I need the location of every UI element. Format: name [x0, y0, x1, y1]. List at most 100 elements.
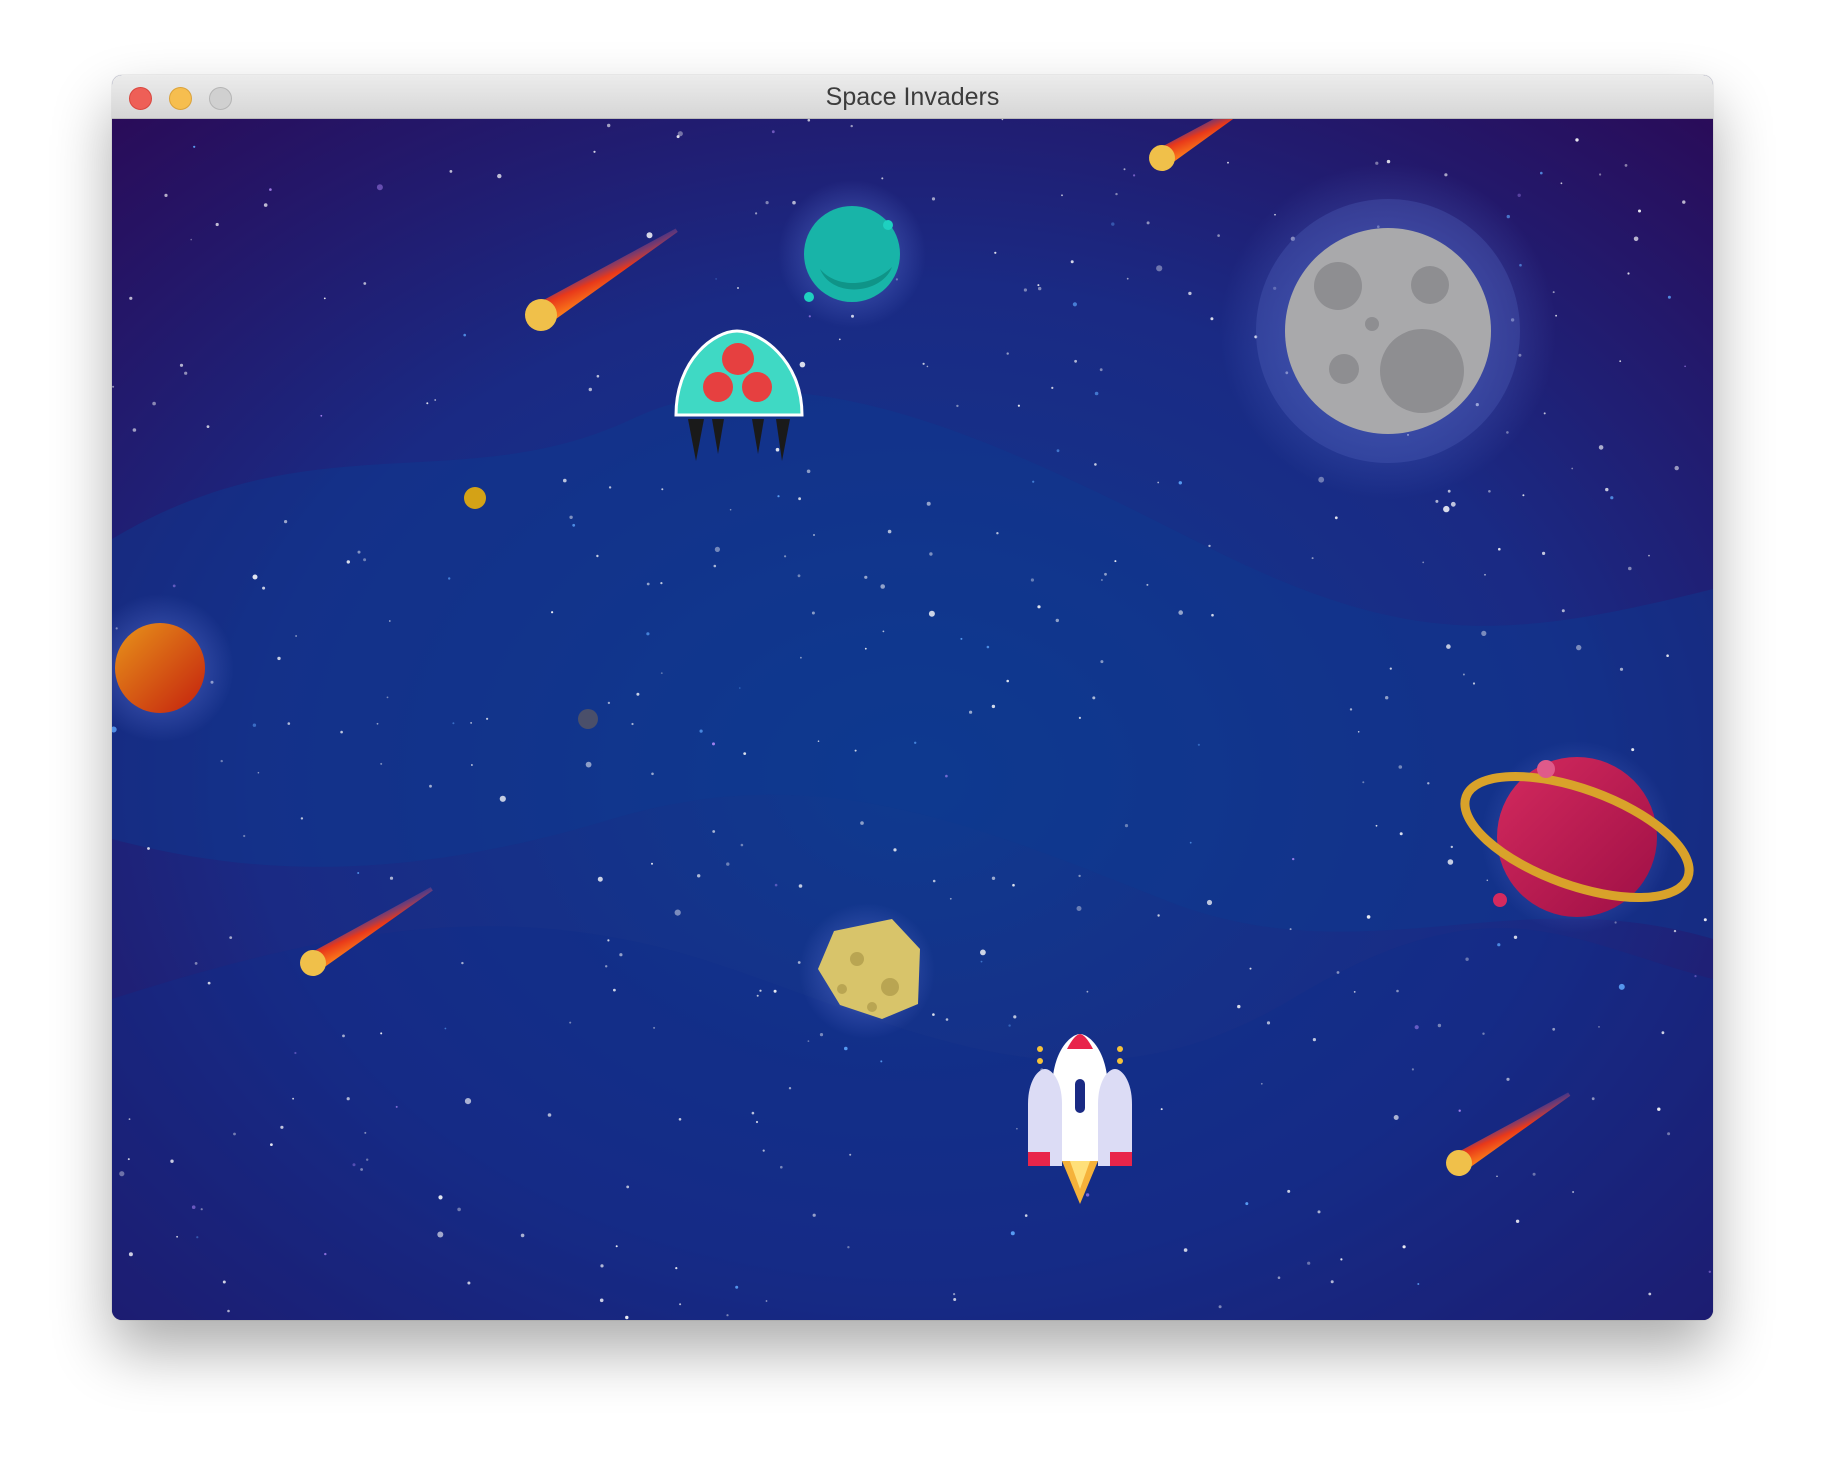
star: [1227, 161, 1229, 164]
star: [1648, 554, 1650, 557]
star: [184, 371, 188, 375]
star: [1543, 412, 1546, 415]
star: [1357, 731, 1360, 733]
star: [812, 1213, 816, 1217]
star: [1366, 915, 1371, 919]
star: [1486, 879, 1489, 882]
star: [714, 546, 721, 552]
star: [1619, 360, 1622, 363]
star: [196, 1236, 199, 1239]
star: [1362, 781, 1365, 784]
star: [437, 1231, 444, 1238]
star: [1146, 221, 1150, 225]
star: [1330, 1280, 1334, 1284]
star: [252, 723, 257, 727]
star: [1435, 499, 1439, 503]
star: [1086, 990, 1089, 993]
star: [1443, 505, 1450, 513]
star: [737, 287, 739, 289]
star: [263, 203, 268, 207]
star: [1648, 1292, 1652, 1296]
star: [1016, 1127, 1018, 1130]
star: [726, 862, 730, 866]
star: [960, 637, 963, 640]
star: [613, 988, 616, 992]
star: [1211, 613, 1214, 617]
star: [854, 749, 857, 752]
star: [880, 1060, 883, 1063]
star: [1111, 222, 1115, 226]
star: [551, 611, 554, 614]
star: [380, 1032, 383, 1035]
star: [270, 1143, 273, 1146]
star: [1249, 967, 1252, 970]
small-moon-grey: [578, 709, 598, 729]
star: [346, 1097, 350, 1101]
star: [438, 1195, 443, 1200]
star: [800, 656, 802, 659]
star: [1197, 743, 1200, 746]
title-bar[interactable]: Space Invaders: [112, 75, 1713, 119]
star: [262, 586, 266, 590]
star: [352, 1163, 356, 1167]
star: [1245, 1202, 1249, 1206]
star: [1560, 182, 1563, 185]
star: [636, 692, 640, 696]
star: [1307, 1261, 1311, 1265]
star: [660, 582, 663, 585]
star: [980, 960, 983, 963]
star: [1156, 265, 1163, 272]
star: [679, 1303, 682, 1306]
star: [1393, 1115, 1399, 1120]
star: [969, 710, 973, 714]
star: [953, 1293, 956, 1296]
star: [467, 1281, 471, 1285]
star: [1532, 1172, 1536, 1176]
star: [1010, 1231, 1015, 1236]
star: [759, 989, 762, 992]
star: [1217, 234, 1220, 237]
star: [1008, 1024, 1011, 1027]
star: [194, 962, 198, 965]
star: [596, 374, 600, 378]
star: [1385, 696, 1389, 700]
star: [1178, 481, 1183, 485]
star: [1056, 449, 1060, 453]
star: [1398, 765, 1403, 769]
star: [295, 635, 297, 637]
star: [364, 1131, 367, 1134]
star: [788, 1087, 792, 1090]
star: [994, 251, 997, 254]
star: [626, 1185, 630, 1189]
star: [585, 761, 592, 768]
star: [674, 909, 681, 916]
star: [1447, 859, 1454, 865]
star: [1188, 291, 1192, 296]
star: [233, 1132, 236, 1136]
star: [1575, 138, 1579, 142]
star: [1099, 368, 1103, 372]
star: [470, 722, 472, 724]
star: [699, 729, 703, 733]
star: [784, 555, 787, 558]
star: [119, 1171, 125, 1177]
star: [756, 994, 759, 997]
star: [497, 173, 502, 179]
star: [366, 1158, 369, 1161]
star: [112, 385, 115, 388]
star: [294, 1051, 297, 1055]
star: [929, 552, 933, 556]
star: [206, 425, 210, 428]
star: [1437, 1023, 1442, 1028]
game-canvas[interactable]: [112, 119, 1713, 1320]
star: [864, 575, 868, 579]
star: [1277, 1276, 1281, 1279]
star: [1311, 557, 1314, 560]
star: [646, 632, 650, 636]
star: [1100, 579, 1103, 581]
star: [1465, 957, 1469, 961]
star: [1133, 174, 1136, 177]
star: [777, 495, 780, 498]
star: [1353, 991, 1356, 993]
game-window: Space Invaders: [112, 75, 1713, 1320]
